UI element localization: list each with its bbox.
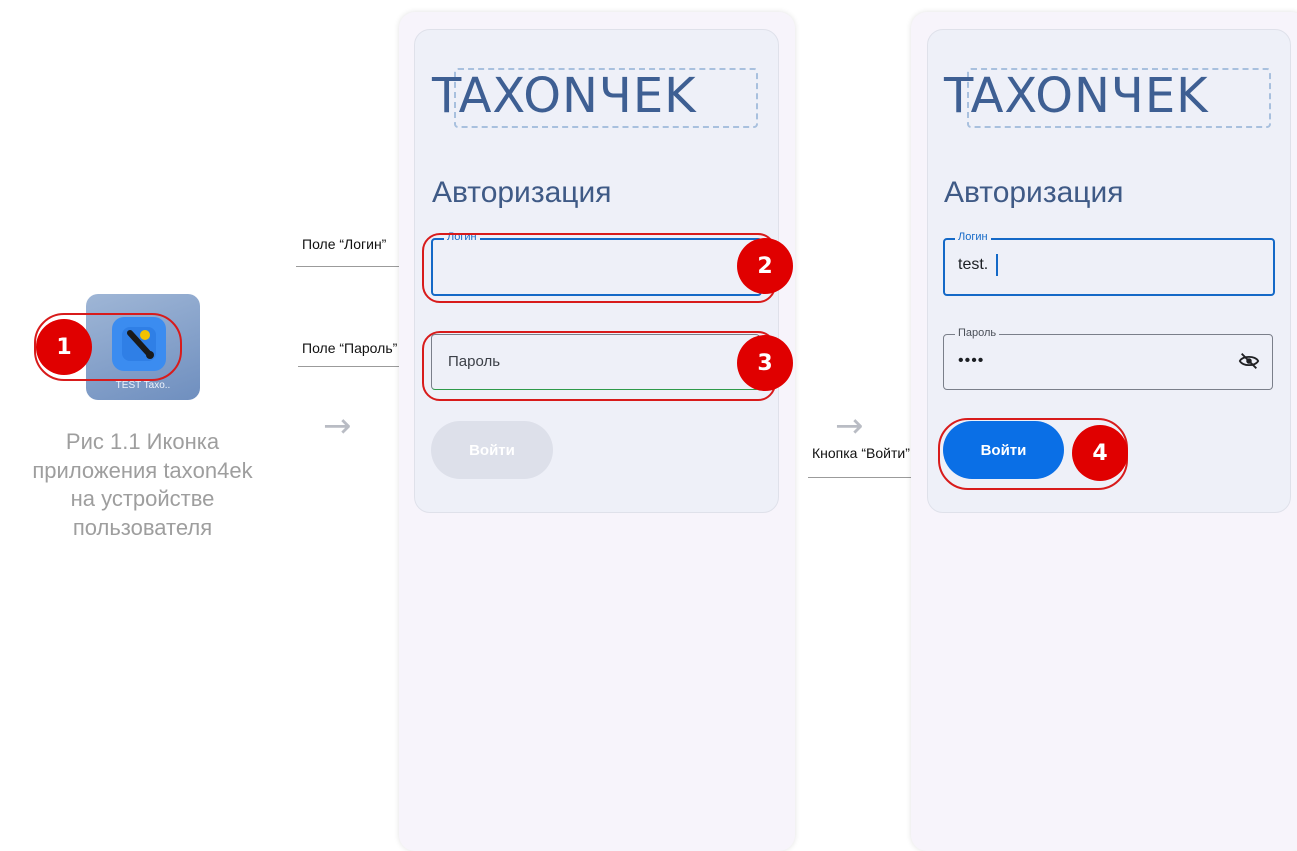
text-cursor	[996, 254, 998, 276]
password-field[interactable]	[943, 334, 1273, 390]
password-field-label: Пароль	[955, 327, 1000, 339]
highlight-password-field	[422, 331, 776, 401]
password-field-value: ••••	[958, 352, 985, 369]
badge-4: 4	[1072, 425, 1128, 481]
annotation-login-field: Поле “Логин”	[302, 236, 387, 252]
login-field-value: test.	[958, 256, 989, 273]
login-button-disabled[interactable]: Войти	[431, 421, 553, 479]
page-title: Авторизация	[944, 176, 1124, 209]
highlight-login-field	[422, 233, 776, 303]
badge-2: 2	[737, 238, 793, 294]
badge-1: 1	[36, 319, 92, 375]
badge-3: 3	[737, 335, 793, 391]
page-title: Авторизация	[432, 176, 612, 209]
app-icon-label: TEST Taxo..	[115, 380, 171, 391]
eye-off-icon[interactable]	[1238, 350, 1260, 377]
login-field[interactable]	[943, 238, 1275, 296]
logo: TAXONЧEK	[432, 68, 697, 124]
arrow-right-icon: →	[835, 406, 864, 446]
arrow-right-icon: →	[323, 406, 352, 446]
login-field-label: Логин	[955, 231, 991, 243]
annotation-password-field: Поле “Пароль”	[302, 340, 398, 356]
logo: TAXONЧEK	[944, 68, 1209, 124]
figure-caption: Рис 1.1 Иконка приложения taxon4ek на ус…	[32, 429, 253, 540]
annotation-login-button: Кнопка “Войти”	[812, 445, 910, 461]
